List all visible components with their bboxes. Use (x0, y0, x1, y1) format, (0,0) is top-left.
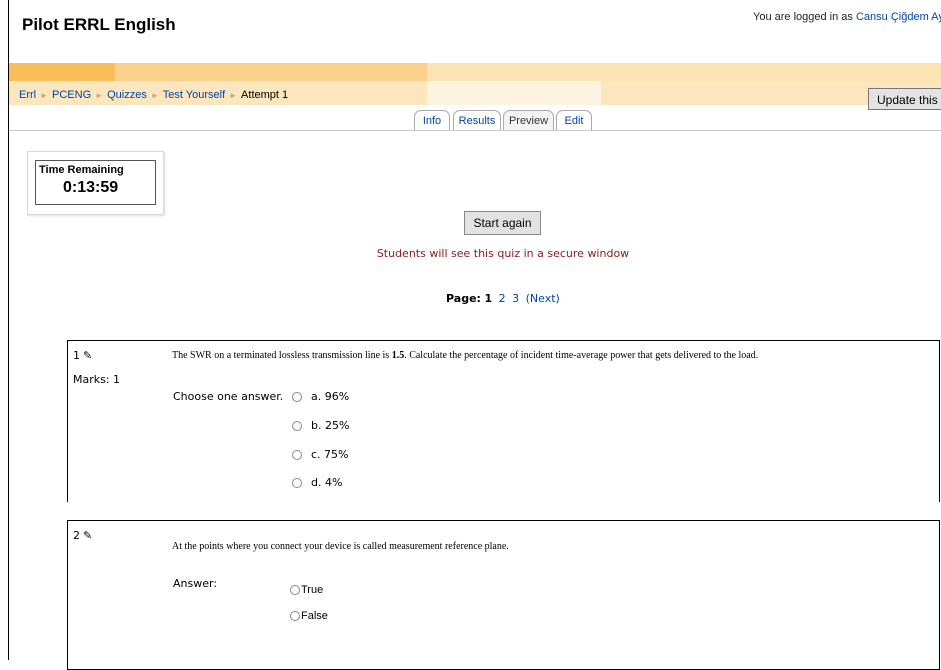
question-text: At the points where you connect your dev… (172, 541, 509, 552)
answer-option-d[interactable]: d. 4% (292, 476, 342, 489)
login-info: You are logged in as Cansu Çiğdem Aydı (753, 11, 941, 23)
question-number-value: 2 (73, 529, 80, 542)
breadcrumb-arrow-icon: ► (229, 91, 238, 100)
tab-edit[interactable]: Edit (556, 110, 592, 131)
radio-button[interactable] (290, 585, 300, 596)
next-page-link[interactable]: (Next) (526, 292, 560, 305)
question-text: The SWR on a terminated lossless transmi… (172, 350, 758, 361)
timer-label: Time Remaining (39, 164, 124, 176)
radio-button[interactable] (292, 450, 302, 460)
breadcrumb-arrow-icon: ► (95, 91, 104, 100)
timer-value: 0:13:59 (63, 179, 119, 196)
breadcrumb-item-test-yourself[interactable]: Test Yourself (163, 89, 225, 101)
option-label: d. 4% (311, 476, 343, 489)
tab-divider (9, 130, 941, 131)
breadcrumb-item-pceng[interactable]: PCENG (52, 89, 91, 101)
answer-option-b[interactable]: b. 25% (292, 419, 349, 432)
pagination: Page: 1 2 3 (Next) (446, 292, 560, 305)
answer-prompt: Answer: (173, 577, 218, 590)
answer-prompt: Choose one answer. (173, 390, 284, 403)
update-quiz-button[interactable]: Update this (868, 88, 941, 110)
radio-button[interactable] (290, 611, 300, 622)
option-label: False (301, 610, 328, 622)
answer-option-true[interactable]: True (290, 584, 323, 596)
login-prefix: You are logged in as (753, 11, 853, 23)
question-text-bold: 1.5 (391, 350, 405, 361)
option-label: True (301, 584, 324, 596)
timer-display: Time Remaining 0:13:59 (35, 160, 156, 205)
start-again-button[interactable]: Start again (464, 211, 541, 235)
pencil-icon[interactable]: ✎ (83, 349, 92, 362)
question-number: 2 ✎ (73, 529, 92, 542)
option-label: b. 25% (311, 419, 350, 432)
page-link-3[interactable]: 3 (512, 292, 519, 305)
radio-button[interactable] (292, 478, 302, 488)
breadcrumb-item-quizzes[interactable]: Quizzes (107, 89, 147, 101)
answer-option-a[interactable]: a. 96% (292, 390, 349, 403)
breadcrumb: Errl ► PCENG ► Quizzes ► Test Yourself ► Attempt… (19, 89, 288, 101)
question-number: 1 ✎ (73, 349, 92, 362)
page-link-2[interactable]: 2 (499, 292, 506, 305)
header-stripe (9, 63, 941, 81)
site-title: Pilot ERRL English (22, 15, 176, 34)
user-link[interactable]: Cansu Çiğdem Aydı (856, 11, 941, 23)
question-1: 1 ✎ Marks: 1 The SWR on a terminated loss… (67, 340, 940, 502)
answer-option-false[interactable]: False (290, 610, 328, 622)
question-2: 2 ✎ At the points where you connect your … (67, 520, 940, 670)
tab-info[interactable]: Info (414, 110, 450, 131)
timer-panel: Time Remaining 0:13:59 (27, 151, 164, 215)
pencil-icon[interactable]: ✎ (83, 529, 92, 542)
breadcrumb-arrow-icon: ► (40, 91, 49, 100)
question-text-part: The SWR on a terminated lossless transmi… (172, 350, 390, 361)
question-marks: Marks: 1 (73, 373, 121, 386)
option-label: c. 75% (311, 448, 349, 461)
paging-current: 1 (484, 292, 493, 305)
radio-button[interactable] (292, 421, 302, 431)
breadcrumb-current: Attempt 1 (241, 89, 289, 101)
answer-option-c[interactable]: c. 75% (292, 448, 349, 461)
secure-window-notice: Students will see this quiz in a secure … (376, 247, 630, 260)
paging-label: Page: (446, 292, 481, 305)
radio-button[interactable] (292, 392, 302, 402)
breadcrumb-arrow-icon: ► (150, 91, 159, 100)
question-number-value: 1 (73, 349, 80, 362)
tab-results[interactable]: Results (453, 110, 501, 131)
question-text-part: . Calculate the percentage of incident t… (404, 350, 759, 361)
breadcrumb-item-errl[interactable]: Errl (19, 89, 36, 101)
option-label: a. 96% (311, 390, 350, 403)
tab-preview[interactable]: Preview (503, 110, 554, 131)
